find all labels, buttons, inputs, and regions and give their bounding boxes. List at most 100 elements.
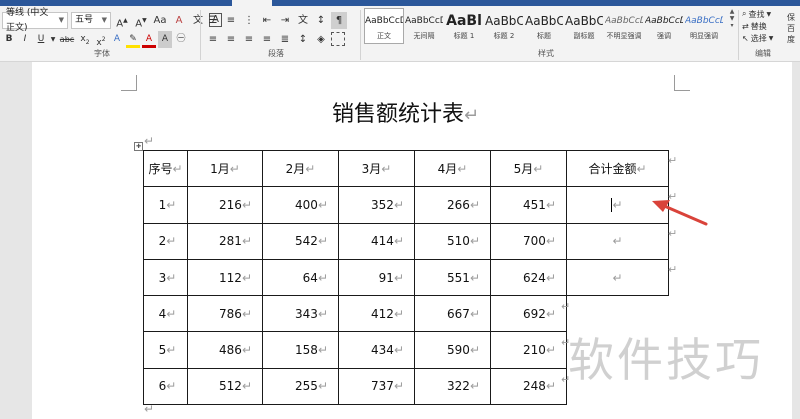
multilevel-list-icon[interactable]: ⋮ bbox=[241, 12, 257, 29]
more-icon[interactable]: ▾ bbox=[727, 22, 737, 29]
table-cell[interactable]: 551↵ bbox=[414, 258, 491, 297]
distributed-icon[interactable]: ≣ bbox=[277, 31, 293, 48]
table-cell[interactable]: 414↵ bbox=[338, 222, 415, 260]
strikethrough-icon[interactable]: abc bbox=[58, 31, 76, 48]
style-normal[interactable]: AaBbCcD 正文 bbox=[364, 8, 404, 44]
style-heading-1[interactable]: AaBl 标题 1 bbox=[444, 8, 484, 44]
table-cell[interactable]: 64↵ bbox=[262, 258, 339, 297]
table-cell[interactable]: 400↵ bbox=[262, 186, 339, 224]
table-cell[interactable]: 210↵ bbox=[490, 331, 567, 369]
table-cell[interactable]: 266↵ bbox=[414, 186, 491, 224]
borders-icon[interactable] bbox=[331, 32, 345, 46]
table-cell[interactable]: 6↵ bbox=[143, 367, 188, 406]
table-header-cell[interactable]: 序号↵ bbox=[143, 149, 188, 188]
table-cell[interactable]: 5↵ bbox=[143, 331, 188, 369]
select-button[interactable]: ↖ 选择 ▼ bbox=[742, 32, 773, 44]
clear-format-icon[interactable]: A bbox=[171, 12, 187, 29]
line-spacing-icon[interactable]: ↕ bbox=[295, 31, 311, 48]
table-cell[interactable]: 510↵ bbox=[414, 222, 491, 260]
show-marks-icon[interactable]: ¶ bbox=[331, 12, 347, 29]
phonetic-guide-icon[interactable]: 文 bbox=[190, 12, 206, 29]
table-cell[interactable]: 512↵ bbox=[187, 367, 263, 406]
table-header-cell[interactable]: 3月↵ bbox=[338, 149, 415, 188]
table-header-cell[interactable]: 1月↵ bbox=[187, 149, 263, 188]
find-button[interactable]: ⌕ 查找 ▼ bbox=[742, 8, 773, 20]
enclose-char-icon[interactable]: ㊀ bbox=[174, 31, 188, 48]
text-effects-icon[interactable]: A bbox=[110, 31, 124, 48]
decrease-indent-icon[interactable]: ⇤ bbox=[259, 12, 275, 29]
highlight-icon[interactable]: ✎ bbox=[126, 31, 140, 48]
font-size-select[interactable]: 五号 ▼ bbox=[71, 12, 111, 29]
table-cell[interactable]: 667↵ bbox=[414, 295, 491, 333]
table-cell[interactable]: 1↵ bbox=[143, 186, 188, 224]
style-title[interactable]: AaBbC 标题 bbox=[524, 8, 564, 44]
align-left-icon[interactable]: ≡ bbox=[205, 31, 221, 48]
increase-indent-icon[interactable]: ⇥ bbox=[277, 12, 293, 29]
table-header-cell[interactable]: 4月↵ bbox=[414, 149, 491, 188]
style-intense-emphasis[interactable]: AaBbCcD 明显强调 bbox=[684, 8, 724, 44]
table-cell[interactable]: 2↵ bbox=[143, 222, 188, 260]
style-emphasis[interactable]: AaBbCcD 强调 bbox=[644, 8, 684, 44]
char-shading-icon[interactable]: A bbox=[158, 31, 172, 48]
chevron-down-icon[interactable]: ▼ bbox=[50, 31, 56, 48]
table-cell[interactable]: 786↵ bbox=[187, 295, 263, 333]
font-color-icon[interactable]: A bbox=[142, 31, 156, 48]
table-cell[interactable]: 590↵ bbox=[414, 331, 491, 369]
align-right-icon[interactable]: ≡ bbox=[241, 31, 257, 48]
bold-icon[interactable]: B bbox=[2, 31, 16, 48]
shading-icon[interactable]: ◈ bbox=[313, 31, 329, 48]
table-cell[interactable]: 737↵ bbox=[338, 367, 415, 406]
table-cell[interactable]: 4↵ bbox=[143, 295, 188, 333]
table-header-cell[interactable]: 合计金额↵ bbox=[566, 149, 669, 188]
table-cell[interactable]: 248↵ bbox=[490, 367, 567, 406]
table-header-cell[interactable]: 2月↵ bbox=[262, 149, 339, 188]
table-cell[interactable]: 352↵ bbox=[338, 186, 415, 224]
total-cell[interactable]: ↵ bbox=[566, 222, 669, 260]
bullets-icon[interactable]: ☰ bbox=[205, 12, 221, 29]
subscript-icon[interactable]: x2 bbox=[78, 31, 92, 48]
baidu-save-button[interactable]: 保 百度 bbox=[787, 12, 800, 45]
chevron-up-icon[interactable]: ▲ bbox=[727, 8, 737, 15]
style-subtle-emphasis[interactable]: AaBbCcD 不明显强调 bbox=[604, 8, 644, 44]
style-heading-2[interactable]: AaBbC 标题 2 bbox=[484, 8, 524, 44]
table-cell[interactable]: 542↵ bbox=[262, 222, 339, 260]
style-subtitle[interactable]: AaBbC 副标题 bbox=[564, 8, 604, 44]
replace-button[interactable]: ⇄ 替换 bbox=[742, 20, 773, 32]
shrink-font-icon[interactable]: A▼ bbox=[133, 12, 149, 29]
table-cell[interactable]: 624↵ bbox=[490, 258, 567, 297]
total-cell[interactable]: ↵ bbox=[566, 258, 669, 297]
numbering-icon[interactable]: ≡ bbox=[223, 12, 239, 29]
table-cell[interactable]: 216↵ bbox=[187, 186, 263, 224]
italic-icon[interactable]: I bbox=[18, 31, 32, 48]
document-title[interactable]: 销售额统计表↵ bbox=[332, 96, 479, 128]
table-cell[interactable]: 451↵ bbox=[490, 186, 567, 224]
sort-icon[interactable]: ↕ bbox=[313, 12, 329, 29]
table-cell[interactable]: 91↵ bbox=[338, 258, 415, 297]
tab-home-active[interactable] bbox=[232, 0, 272, 6]
table-cell[interactable]: 700↵ bbox=[490, 222, 567, 260]
table-cell[interactable]: 158↵ bbox=[262, 331, 339, 369]
style-no-spacing[interactable]: AaBbCcD 无间隔 bbox=[404, 8, 444, 44]
justify-icon[interactable]: ≡ bbox=[259, 31, 275, 48]
grow-font-icon[interactable]: A▲ bbox=[114, 12, 130, 29]
change-case-icon[interactable]: Aa bbox=[152, 12, 168, 29]
superscript-icon[interactable]: x2 bbox=[94, 31, 108, 48]
table-move-handle-icon[interactable]: ✚ bbox=[134, 142, 143, 151]
underline-icon[interactable]: U bbox=[34, 31, 48, 48]
table-cell[interactable]: 112↵ bbox=[187, 258, 263, 297]
table-cell[interactable]: 3↵ bbox=[143, 258, 188, 297]
table-header-cell[interactable]: 5月↵ bbox=[490, 149, 567, 188]
table-cell[interactable]: 281↵ bbox=[187, 222, 263, 260]
font-name-select[interactable]: 等线 (中文正文) ▼ bbox=[2, 8, 68, 33]
table-cell[interactable]: 255↵ bbox=[262, 367, 339, 406]
styles-scroll[interactable]: ▲ ▼ ▾ bbox=[727, 8, 737, 44]
table-cell[interactable]: 692↵ bbox=[490, 295, 567, 333]
table-cell[interactable]: 412↵ bbox=[338, 295, 415, 333]
table-cell[interactable]: 322↵ bbox=[414, 367, 491, 406]
table-cell[interactable]: 486↵ bbox=[187, 331, 263, 369]
table-cell[interactable]: 434↵ bbox=[338, 331, 415, 369]
chinese-layout-icon[interactable]: 文 bbox=[295, 12, 311, 29]
chevron-down-icon[interactable]: ▼ bbox=[727, 15, 737, 22]
table-cell[interactable]: 343↵ bbox=[262, 295, 339, 333]
align-center-icon[interactable]: ≡ bbox=[223, 31, 239, 48]
